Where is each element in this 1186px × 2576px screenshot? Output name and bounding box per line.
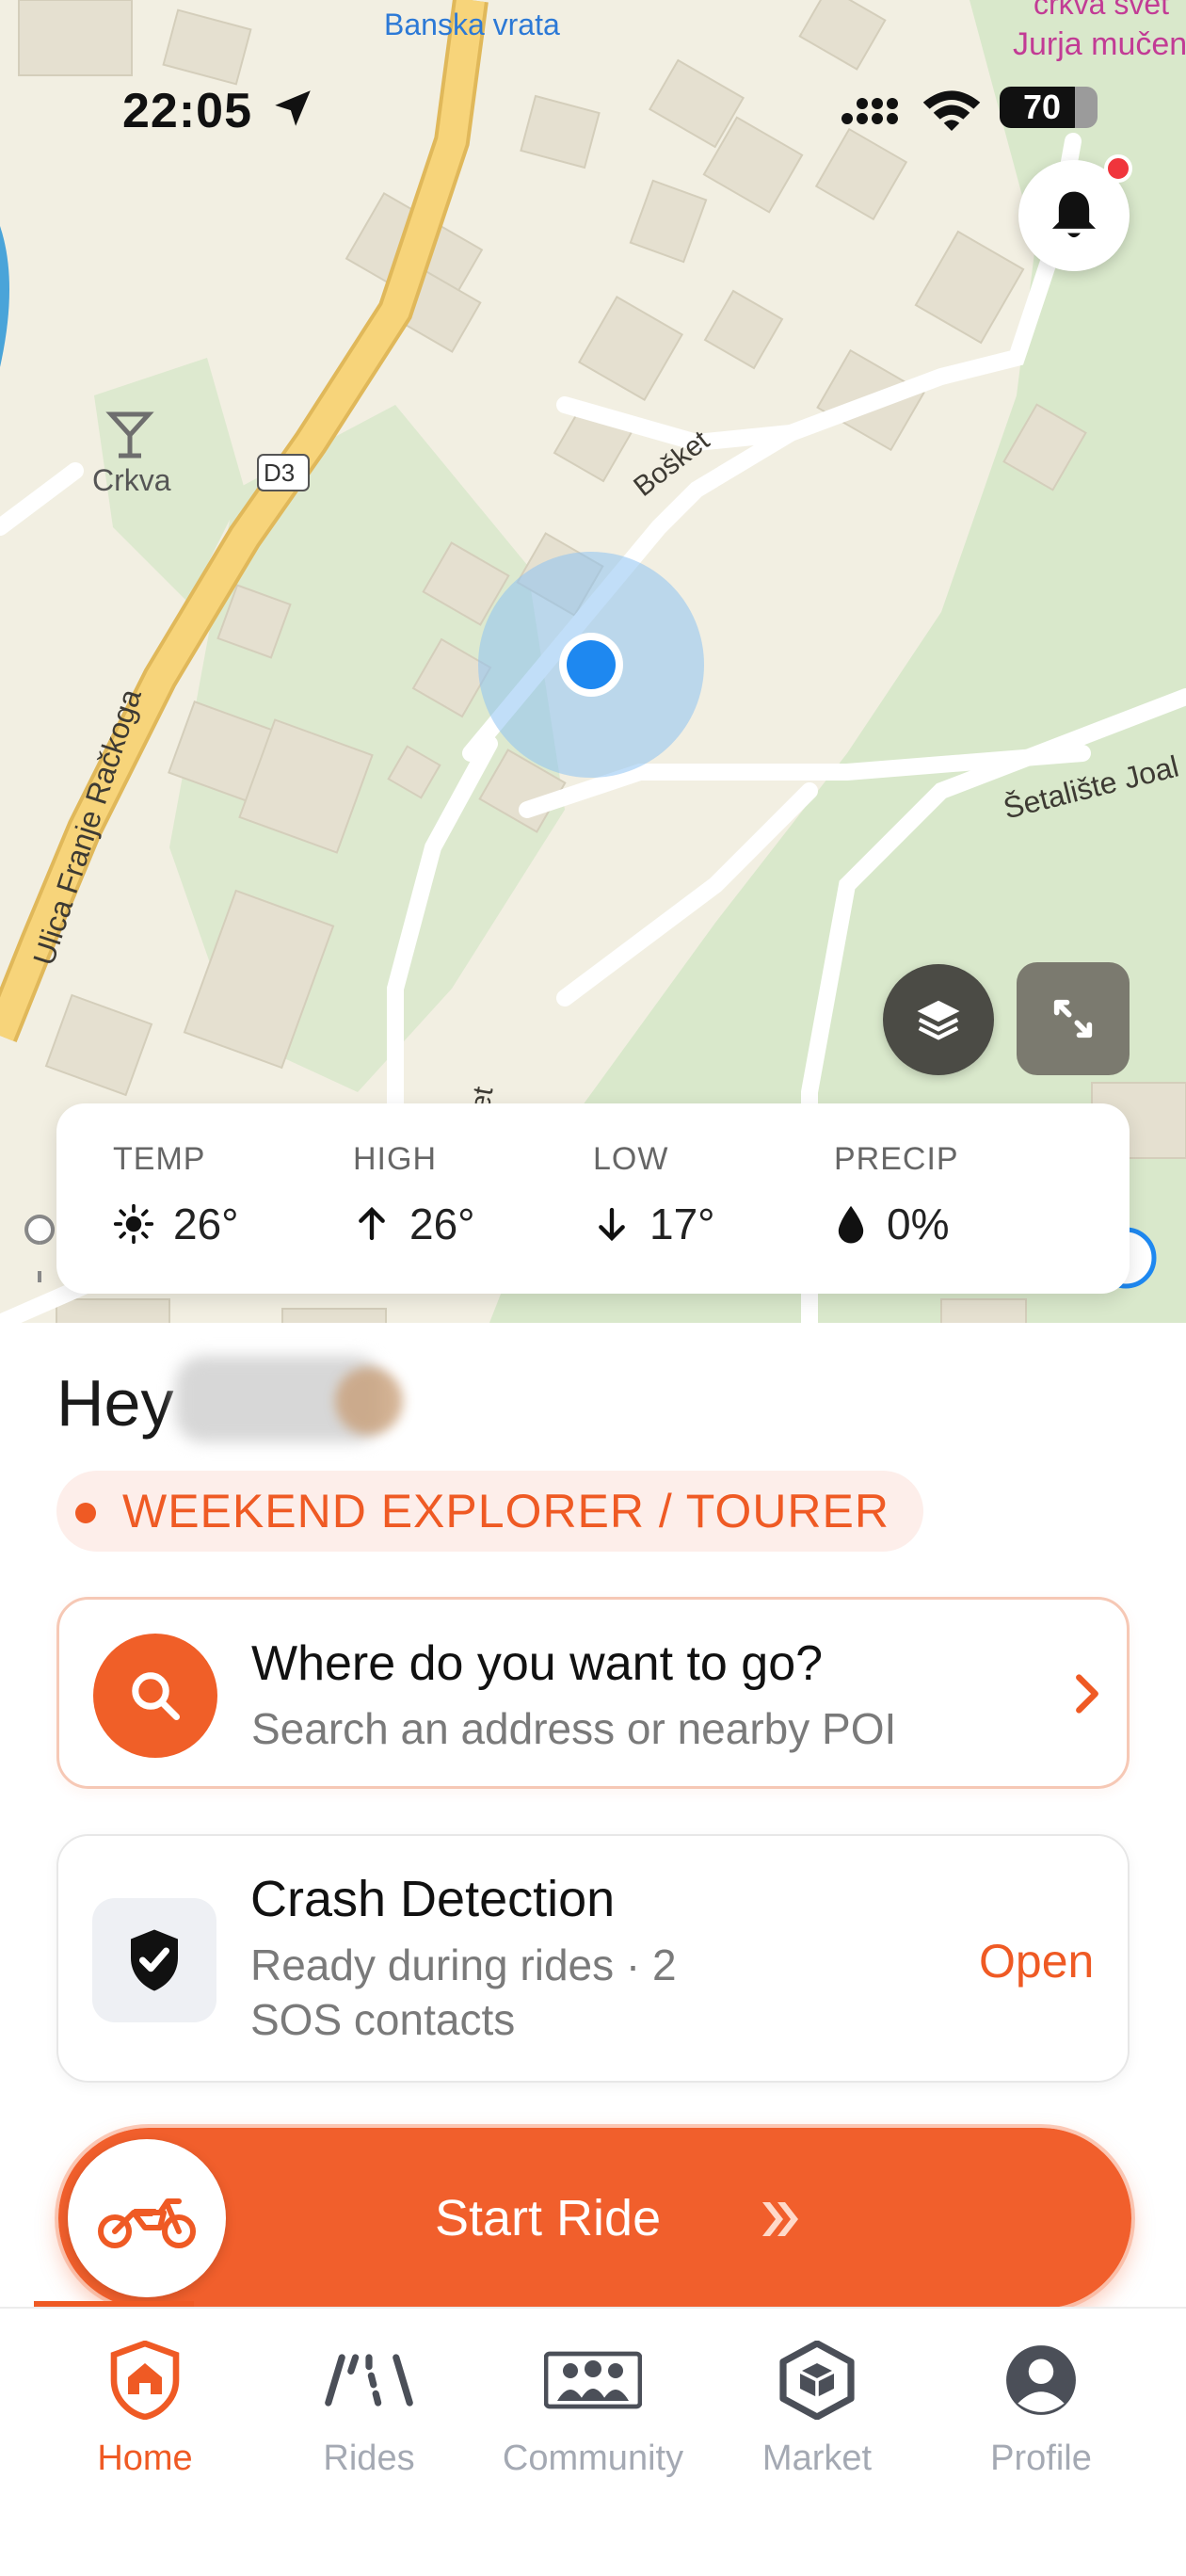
- status-bar: 22:05 70: [0, 75, 1186, 141]
- tab-community[interactable]: Community: [499, 2333, 687, 2479]
- tab-rides-label: Rides: [323, 2439, 415, 2478]
- badge-dot: [75, 1503, 96, 1523]
- sun-icon: [113, 1203, 154, 1245]
- home-shield-icon: [110, 2341, 180, 2420]
- weather-precip-label: PRECIP: [834, 1141, 959, 1177]
- layers-icon: [917, 1000, 960, 1040]
- road-badge-d3: D3: [264, 459, 296, 487]
- search-subtitle: Search an address or nearby POI: [251, 1704, 897, 1753]
- chevron-right-icon: [1076, 1674, 1098, 1714]
- map-label-church: crkva svet: [1034, 0, 1170, 21]
- drop-icon: [834, 1203, 868, 1245]
- tab-community-label: Community: [502, 2439, 684, 2478]
- weather-high: HIGH 26°: [353, 1141, 475, 1249]
- bottom-tab-bar: Home Rides Community Market Profile: [0, 2307, 1186, 2576]
- group-icon: [544, 2351, 642, 2409]
- map-layers-button[interactable]: [883, 964, 994, 1075]
- crash-open-link[interactable]: Open: [979, 1934, 1094, 1988]
- box-icon: [779, 2341, 855, 2420]
- crash-subtitle: Ready during rides · 2 SOS contacts: [250, 1940, 677, 2044]
- rider-type-badge: WEEKEND EXPLORER / TOURER: [56, 1471, 923, 1552]
- map-label-crkva: Crkva: [92, 463, 171, 497]
- notification-badge: [1104, 154, 1132, 183]
- weather-temp: TEMP 26°: [113, 1141, 239, 1249]
- shield-check-icon: [131, 1929, 178, 1991]
- rider-type-label: WEEKEND EXPLORER / TOURER: [122, 1485, 890, 1538]
- weather-temp-value: 26°: [173, 1199, 239, 1248]
- weather-precip-value: 0%: [887, 1199, 950, 1248]
- tab-market[interactable]: Market: [723, 2333, 911, 2479]
- chevrons-right-icon: [762, 2202, 798, 2236]
- arrow-down-icon: [593, 1203, 631, 1245]
- weather-precip: PRECIP 0%: [834, 1141, 959, 1249]
- motorcycle-icon: [98, 2198, 196, 2248]
- wifi-icon: [922, 90, 981, 131]
- expand-map-button[interactable]: [1017, 962, 1130, 1075]
- map-label-church-2: Jurja mučen: [1013, 26, 1186, 62]
- start-ride-button[interactable]: Start Ride: [55, 2124, 1135, 2312]
- weather-high-value: 26°: [409, 1199, 475, 1248]
- search-icon-circle: [93, 1634, 217, 1758]
- expand-icon: [1053, 999, 1093, 1038]
- tab-rides[interactable]: Rides: [275, 2333, 463, 2479]
- motorcycle-icon-circle: [68, 2139, 226, 2297]
- weather-low: LOW 17°: [593, 1141, 715, 1249]
- tab-market-label: Market: [761, 2439, 873, 2478]
- crash-title: Crash Detection: [250, 1871, 616, 1927]
- weather-low-label: LOW: [593, 1141, 669, 1177]
- weather-card: TEMP 26° HIGH 26° LOW 17° PRECIP 0%: [56, 1103, 1130, 1294]
- tab-home-label: Home: [97, 2439, 193, 2478]
- tab-home[interactable]: Home: [51, 2333, 239, 2479]
- weather-low-value: 17°: [649, 1199, 715, 1248]
- signal-icon: [841, 98, 898, 124]
- battery-level: 70: [1022, 88, 1062, 126]
- crash-detection-card[interactable]: Crash Detection Ready during rides · 2 S…: [56, 1834, 1130, 2083]
- tab-profile[interactable]: Profile: [947, 2333, 1135, 2479]
- search-icon: [132, 1672, 180, 1720]
- user-icon: [1006, 2345, 1076, 2415]
- road-icon: [325, 2354, 413, 2407]
- greeting-text: Hey: [56, 1366, 174, 1440]
- battery-indicator: 70: [1000, 87, 1098, 128]
- arrow-up-icon: [353, 1203, 391, 1245]
- bell-icon: [1051, 191, 1097, 238]
- weather-high-label: HIGH: [353, 1141, 437, 1177]
- start-ride-label: Start Ride: [435, 2190, 662, 2246]
- wave-emoji-icon: [335, 1367, 403, 1435]
- shield-icon-box: [92, 1898, 216, 2022]
- status-time: 22:05: [122, 84, 252, 138]
- map-label-banska-vrata: Banska vrata: [384, 8, 560, 41]
- location-arrow-icon: [275, 90, 311, 126]
- tab-profile-label: Profile: [990, 2439, 1092, 2478]
- search-title: Where do you want to go?: [251, 1636, 824, 1691]
- weather-temp-label: TEMP: [113, 1141, 206, 1177]
- destination-search-card[interactable]: Where do you want to go? Search an addre…: [56, 1597, 1130, 1789]
